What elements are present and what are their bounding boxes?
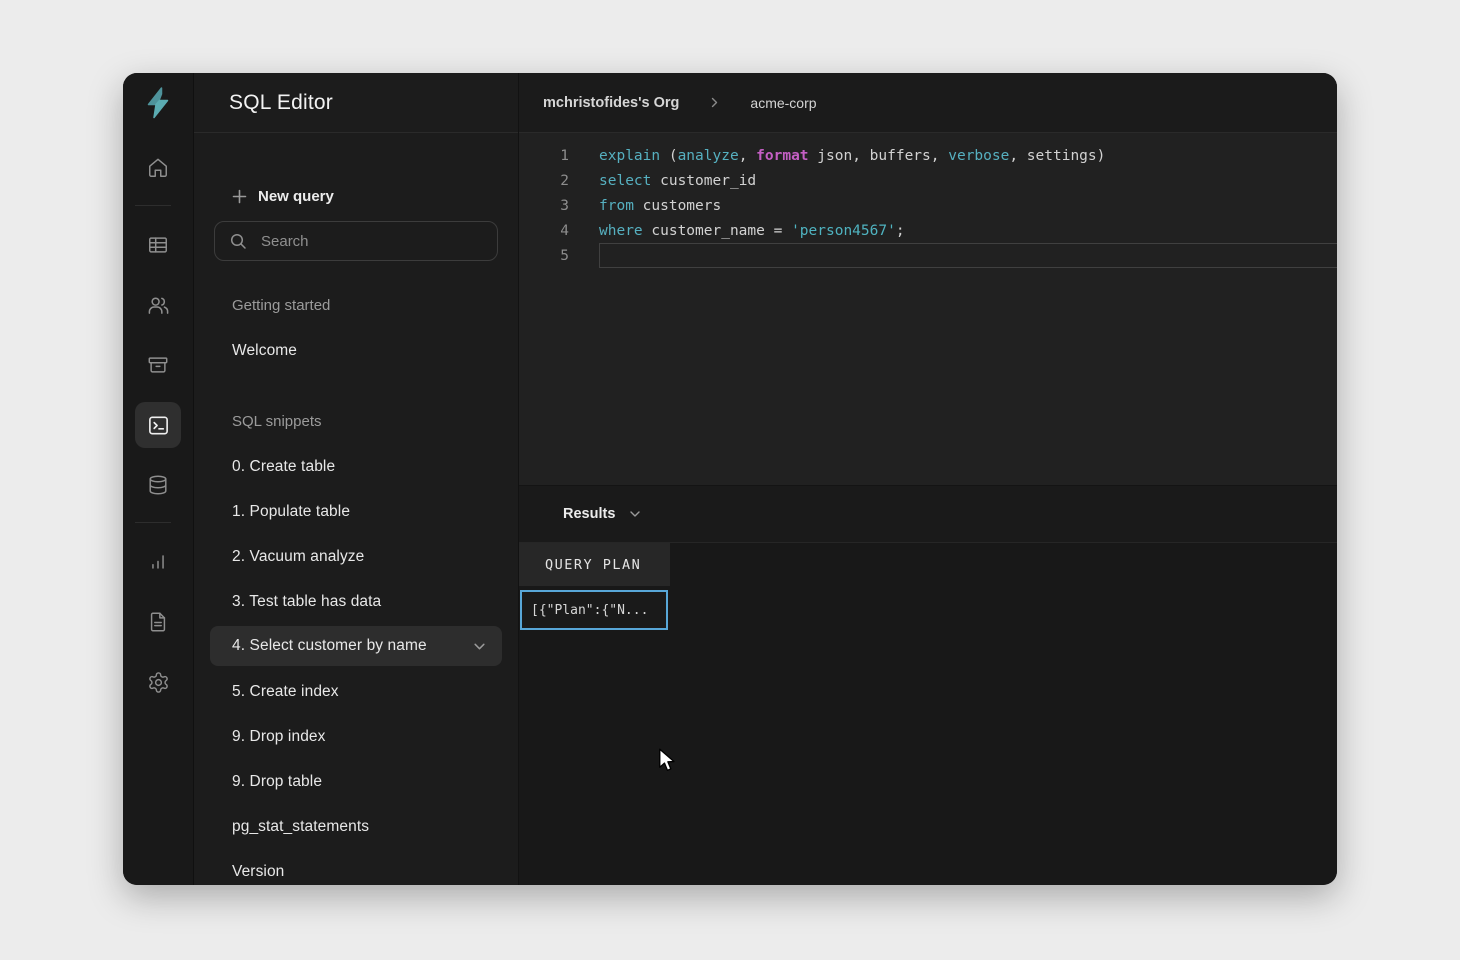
page-title: SQL Editor [194, 73, 518, 133]
query-list-item[interactable]: 1. Populate table [210, 489, 502, 534]
query-list-item-label: pg_stat_statements [232, 818, 369, 836]
terminal-icon [147, 414, 170, 437]
query-list-item-label: 9. Drop index [232, 728, 326, 746]
database-icon [147, 474, 169, 496]
results-grid: QUERY PLAN [{"Plan":{"N... [519, 543, 1337, 885]
line-number: 2 [519, 173, 591, 189]
rail-item-document[interactable] [135, 599, 181, 645]
chevron-down-icon [473, 640, 486, 653]
home-icon [147, 157, 169, 179]
code-line: 4where customer_name = 'person4567'; [519, 218, 1337, 243]
rail-divider [135, 522, 171, 523]
rail-item-settings[interactable] [135, 659, 181, 705]
section-header: Getting started [210, 283, 502, 328]
query-list-item-label: 5. Create index [232, 683, 339, 701]
line-number: 4 [519, 223, 591, 239]
bar-chart-icon [147, 551, 169, 573]
section-header: SQL snippets [210, 399, 502, 444]
query-panel-body: New query Getting started Welcome SQL snip… [194, 133, 518, 885]
query-list-item[interactable]: 0. Create table [210, 444, 502, 489]
column-header-query-plan: QUERY PLAN [519, 543, 670, 586]
new-query-label: New query [258, 188, 334, 205]
app-window: SQL Editor New query Getting started Welc… [123, 73, 1337, 885]
code-text: select customer_id [591, 173, 756, 189]
app-logo[interactable] [123, 73, 193, 133]
results-label: Results [563, 506, 615, 522]
query-list-item[interactable]: 5. Create index [210, 669, 502, 714]
plus-icon [232, 189, 247, 204]
query-list-item[interactable]: 9. Drop index [210, 714, 502, 759]
rail-item-database[interactable] [135, 462, 181, 508]
line-number: 5 [519, 248, 591, 264]
query-list: Getting started Welcome SQL snippets 0. Cre… [194, 283, 518, 885]
query-list-item[interactable]: Version [210, 849, 502, 885]
code-text: where customer_name = 'person4567'; [591, 223, 905, 239]
icon-rail [123, 73, 193, 885]
document-icon [147, 611, 169, 633]
rail-item-home[interactable] [135, 145, 181, 191]
query-list-item-label: 9. Drop table [232, 773, 322, 791]
main-area: mchristofides's Org acme-corp 1explain (… [518, 73, 1337, 885]
archive-icon [147, 354, 169, 376]
rail-item-terminal[interactable] [135, 402, 181, 448]
code-text: explain (analyze, format json, buffers, … [591, 148, 1105, 164]
query-list-item[interactable]: 9. Drop table [210, 759, 502, 804]
query-list-item[interactable]: 2. Vacuum analyze [210, 534, 502, 579]
sql-editor[interactable]: 1explain (analyze, format json, buffers,… [519, 133, 1337, 485]
result-cell-selected[interactable]: [{"Plan":{"N... [520, 590, 668, 630]
search-box [214, 221, 498, 261]
search-input[interactable] [261, 233, 482, 250]
breadcrumb-org[interactable]: mchristofides's Org [543, 95, 679, 111]
rail-item-table[interactable] [135, 222, 181, 268]
code-text: from customers [591, 198, 721, 214]
query-list-item-label: 3. Test table has data [232, 593, 381, 611]
rail-divider [135, 205, 171, 206]
code-line: 2select customer_id [519, 168, 1337, 193]
query-list-item-label: 0. Create table [232, 458, 335, 476]
line-number: 3 [519, 198, 591, 214]
code-line: 1explain (analyze, format json, buffers,… [519, 143, 1337, 168]
query-list-item[interactable]: Welcome [210, 328, 502, 373]
new-query-button[interactable]: New query [232, 185, 334, 207]
search-icon [230, 233, 247, 250]
chevron-down-icon[interactable] [629, 508, 641, 520]
query-list-item[interactable]: 4. Select customer by name [210, 626, 502, 666]
query-list-item[interactable]: 3. Test table has data [210, 579, 502, 624]
settings-icon [147, 671, 170, 694]
chevron-right-icon [709, 97, 720, 108]
rail-item-bar-chart[interactable] [135, 539, 181, 585]
breadcrumb: mchristofides's Org acme-corp [519, 73, 1337, 133]
query-list-item-label: 4. Select customer by name [232, 637, 427, 655]
query-list-item-label: 1. Populate table [232, 503, 350, 521]
query-list-item-label: 2. Vacuum analyze [232, 548, 364, 566]
query-list-item[interactable]: pg_stat_statements [210, 804, 502, 849]
rail-item-users[interactable] [135, 282, 181, 328]
results-bar: Results [519, 485, 1337, 543]
breadcrumb-project[interactable]: acme-corp [750, 95, 816, 111]
lightning-logo-icon [143, 87, 173, 119]
current-line-highlight [599, 243, 1337, 268]
code-line: 5 [519, 243, 1337, 268]
query-list-item-label: Version [232, 863, 284, 881]
users-icon [147, 294, 170, 317]
table-icon [147, 234, 169, 256]
query-panel: SQL Editor New query Getting started Welc… [193, 73, 518, 885]
code-line: 3from customers [519, 193, 1337, 218]
query-list-item-label: Welcome [232, 342, 297, 360]
rail-item-archive[interactable] [135, 342, 181, 388]
line-number: 1 [519, 148, 591, 164]
